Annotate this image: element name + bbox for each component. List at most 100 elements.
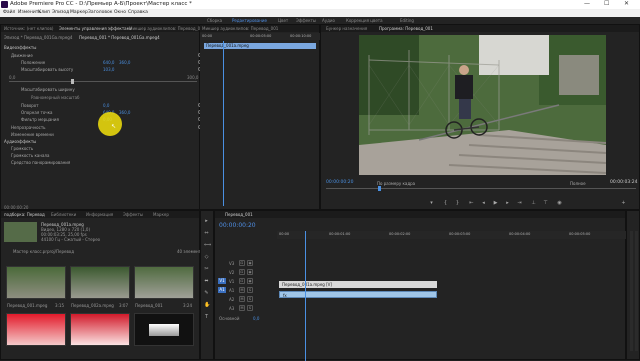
audio-clip[interactable]: fx <box>279 291 437 298</box>
marker-button[interactable]: ▾ <box>429 201 434 206</box>
project-item-thumb[interactable] <box>6 313 66 346</box>
tab-source[interactable]: Источник: (нет клипов) <box>4 26 53 31</box>
menu-marker[interactable]: Маркер <box>70 10 88 15</box>
lock-icon[interactable]: ⊡ <box>239 260 245 266</box>
workspace-color-correction[interactable]: Коррекция цвета <box>346 18 383 23</box>
tab-bin[interactable]: подборка: Перевод <box>4 212 45 217</box>
scale-slider-track[interactable] <box>9 81 197 82</box>
track-select-tool-icon[interactable]: ⇔ <box>204 231 209 236</box>
source-patch-v1[interactable]: V1 <box>218 278 226 284</box>
position-x-value[interactable]: 640,0 <box>103 60 114 65</box>
mute-icon[interactable]: M <box>239 305 245 311</box>
pen-tool-icon[interactable]: ✎ <box>204 291 209 296</box>
out-point-button[interactable]: } <box>455 201 460 206</box>
menu-title[interactable]: Заголовок <box>88 10 113 15</box>
mute-icon[interactable]: M <box>239 296 245 302</box>
tab-libraries[interactable]: Библиотеки <box>51 212 76 217</box>
anchor-y-value[interactable]: 360,0 <box>119 110 130 115</box>
tab-effects[interactable]: Эффекты <box>123 212 143 217</box>
clip-preview-thumbnail[interactable] <box>4 222 37 242</box>
project-item-thumb[interactable] <box>70 266 130 299</box>
menu-help[interactable]: Справка <box>128 10 148 15</box>
workspace-assembly[interactable]: Сборка <box>207 18 222 23</box>
workspace-audio[interactable]: Аудио <box>322 18 335 23</box>
timeline-timecode[interactable]: 00:00:00:20 <box>219 222 256 229</box>
step-forward-button[interactable]: ▸ <box>505 201 510 206</box>
ec-ruler[interactable]: 00:00 00:00:05:00 00:00:10:00 <box>200 33 320 40</box>
project-item-thumb[interactable] <box>70 313 130 346</box>
menu-clip[interactable]: Клип <box>38 10 50 15</box>
type-tool-icon[interactable]: T <box>204 315 209 320</box>
ripple-edit-tool-icon[interactable]: ⟺ <box>204 243 211 248</box>
ec-playhead[interactable] <box>223 41 224 206</box>
ec-clip-bar[interactable]: Перевод_001a.mpeg <box>204 43 316 49</box>
motion-effect[interactable]: Движение <box>11 53 33 58</box>
tab-sequence[interactable]: Перевод_001 <box>225 212 253 217</box>
timeline-playhead[interactable] <box>305 231 306 361</box>
hand-tool-icon[interactable]: ✋ <box>204 303 210 308</box>
tab-markers[interactable]: Маркер <box>153 212 169 217</box>
timeline-ruler[interactable]: 00:00 00:00:01:00 00:00:02:00 00:00:03:0… <box>277 231 627 239</box>
workspace-editing[interactable]: Редактирование <box>232 18 267 23</box>
program-current-time[interactable]: 00:00:00:20 <box>326 180 353 185</box>
tab-program[interactable]: Программа: Перевод_001 <box>379 26 433 31</box>
menu-sequence[interactable]: Эпизод <box>52 10 69 15</box>
slip-tool-icon[interactable]: ⬌ <box>204 279 209 284</box>
selection-tool-icon[interactable]: ▸ <box>204 219 209 224</box>
scale-height-value[interactable]: 103,0 <box>103 67 114 72</box>
time-remap-effect[interactable]: Изменение времени <box>11 132 54 137</box>
add-button[interactable]: + <box>621 201 626 206</box>
solo-icon[interactable]: S <box>247 296 253 302</box>
workspace-color[interactable]: Цвет <box>278 18 288 23</box>
opacity-effect[interactable]: Непрозрачность <box>11 125 46 130</box>
panner-effect[interactable]: Средство панорамирования <box>11 160 70 165</box>
program-playhead[interactable] <box>378 186 381 191</box>
menu-file[interactable]: Файл <box>3 10 15 15</box>
step-back-button[interactable]: ◂ <box>481 201 486 206</box>
menu-window[interactable]: Окно <box>114 10 126 15</box>
close-button[interactable]: ✕ <box>624 0 629 7</box>
tab-info[interactable]: Информация <box>86 212 113 217</box>
position-y-value[interactable]: 360,0 <box>119 60 130 65</box>
channel-volume-effect[interactable]: Громкость канала <box>11 153 49 158</box>
maximize-button[interactable]: ☐ <box>604 0 609 7</box>
solo-icon[interactable]: S <box>247 287 253 293</box>
workspace-effects[interactable]: Эффекты <box>296 18 316 23</box>
tab-destination-bin[interactable]: Бункер назначения <box>326 26 367 31</box>
extract-button[interactable]: ⊤ <box>543 201 548 206</box>
tab-audio-mixer-short[interactable]: Микшер аудиоклипов: Перевод_001 <box>202 26 278 31</box>
razor-tool-icon[interactable]: ✂ <box>204 267 209 272</box>
play-button[interactable]: ▶ <box>493 201 498 206</box>
go-to-in-button[interactable]: ⇤ <box>469 201 474 206</box>
effect-controls-sequence[interactable]: Эпизод * Перевод_001Ga.mpeg4 <box>4 35 72 40</box>
solo-icon[interactable]: S <box>247 305 253 311</box>
workspace-editing-alt[interactable]: Editing <box>400 18 414 23</box>
tab-audio-mixer[interactable]: Микшер аудиоклипов: Перевод_001 <box>129 26 205 31</box>
source-patch-a1[interactable]: A1 <box>218 287 226 293</box>
program-video-frame[interactable] <box>359 35 606 175</box>
tab-effect-controls[interactable]: Элементы управления эффектами <box>59 26 132 31</box>
lift-button[interactable]: ⊥ <box>531 201 536 206</box>
project-item-thumb[interactable] <box>134 266 194 299</box>
in-point-button[interactable]: { <box>443 201 448 206</box>
effect-controls-clip[interactable]: Перевод_001 * Перевод_001Ga.mpeg4 <box>79 35 160 40</box>
lock-icon[interactable]: ⊡ <box>239 269 245 275</box>
project-item-thumb[interactable] <box>6 266 66 299</box>
go-to-out-button[interactable]: ⇥ <box>517 201 522 206</box>
rotation-value[interactable]: 0,0 <box>103 103 109 108</box>
fit-dropdown[interactable]: По размеру кадра <box>377 181 415 186</box>
rolling-edit-tool-icon[interactable]: ◇ <box>204 255 209 260</box>
export-frame-button[interactable]: ◉ <box>557 201 562 206</box>
uniform-scale-checkbox[interactable]: Равномерный масштаб <box>31 95 80 100</box>
minimize-button[interactable]: — <box>584 0 590 7</box>
lock-icon[interactable]: ⊡ <box>239 278 245 284</box>
program-timecode[interactable]: 00:00:00:20 <box>326 180 353 185</box>
program-scrubber[interactable] <box>326 188 636 189</box>
quality-dropdown[interactable]: Полное <box>570 181 586 186</box>
project-item-thumb[interactable] <box>134 313 194 346</box>
eye-icon[interactable]: ◉ <box>247 260 253 266</box>
eye-icon[interactable]: ◉ <box>247 269 253 275</box>
video-clip[interactable]: Перевод_001a.mpeg [V] <box>279 281 437 288</box>
master-volume[interactable]: 0,0 <box>253 316 259 321</box>
scale-slider-handle[interactable] <box>71 79 74 84</box>
